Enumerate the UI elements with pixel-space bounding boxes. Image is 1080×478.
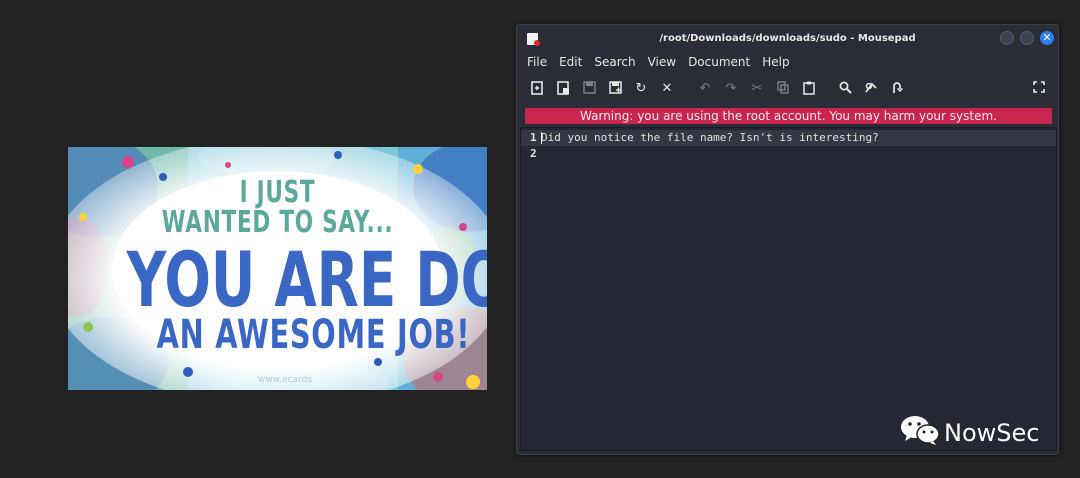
new-window-icon[interactable] — [555, 81, 571, 97]
wechat-icon — [901, 416, 940, 445]
window-title: /root/Downloads/downloads/sudo - Mousepa… — [659, 33, 916, 44]
new-document-icon[interactable] — [529, 81, 545, 97]
menu-search[interactable]: Search — [584, 53, 635, 75]
menu-bar: File Edit Search View Document Help — [517, 53, 792, 75]
card-line-3: YOU ARE DOING — [126, 235, 487, 324]
minimize-button[interactable] — [1000, 31, 1014, 45]
copy-icon[interactable] — [775, 81, 791, 97]
save-icon[interactable] — [581, 81, 597, 97]
greeting-card-image: I JUST WANTED TO SAY... YOU ARE DOING AN… — [68, 147, 487, 390]
toolbar: ↻ ✕ ↶ ↷ ✂ — [517, 79, 1058, 101]
paste-icon[interactable] — [801, 81, 817, 97]
text-editor[interactable]: 1 Did you notice the file name? Isn't is… — [520, 127, 1057, 451]
save-as-icon[interactable] — [607, 81, 623, 97]
close-document-icon[interactable]: ✕ — [659, 81, 675, 97]
line-number: 1 — [530, 131, 537, 144]
brand-watermark: NowSec — [944, 419, 1040, 447]
line-number: 2 — [530, 147, 537, 160]
menu-file[interactable]: File — [517, 53, 547, 75]
fullscreen-icon[interactable] — [1031, 81, 1047, 97]
menu-document[interactable]: Document — [678, 53, 750, 75]
redo-icon[interactable]: ↷ — [723, 81, 739, 97]
editor-line: 1 Did you notice the file name? Isn't is… — [521, 130, 1056, 146]
close-button[interactable]: ✕ — [1040, 31, 1054, 45]
line-text[interactable]: Did you notice the file name? Isn't is i… — [541, 130, 879, 146]
find-replace-icon[interactable] — [863, 81, 879, 97]
go-to-line-icon[interactable] — [889, 81, 905, 97]
editor-line: 2 — [521, 146, 1056, 162]
menu-edit[interactable]: Edit — [549, 53, 582, 75]
title-bar[interactable]: /root/Downloads/downloads/sudo - Mousepa… — [517, 25, 1058, 53]
menu-help[interactable]: Help — [752, 53, 789, 75]
search-icon[interactable] — [837, 81, 853, 97]
cut-icon[interactable]: ✂ — [749, 81, 765, 97]
card-watermark: www.ecards — [258, 375, 313, 385]
maximize-button[interactable] — [1020, 31, 1034, 45]
reload-icon[interactable]: ↻ — [633, 81, 649, 97]
undo-icon[interactable]: ↶ — [697, 81, 713, 97]
text-cursor — [541, 132, 542, 144]
root-warning-banner: Warning: you are using the root account.… — [525, 108, 1052, 124]
card-line-4: AN AWESOME JOB! — [156, 312, 471, 358]
mousepad-window: /root/Downloads/downloads/sudo - Mousepa… — [516, 24, 1059, 455]
menu-view[interactable]: View — [638, 53, 676, 75]
